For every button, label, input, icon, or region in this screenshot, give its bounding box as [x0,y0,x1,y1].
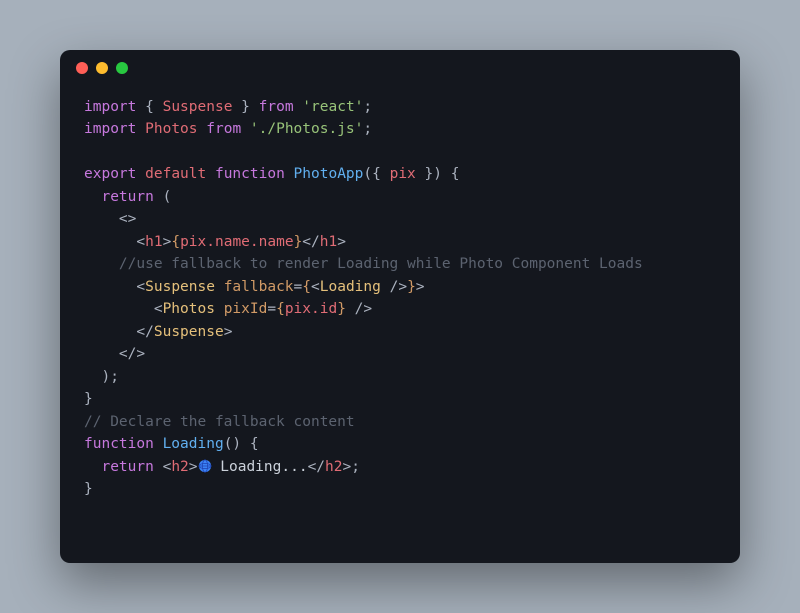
code-line-16: function Loading() { [84,436,259,452]
code-line-17: return <h2> Loading...</h2>; [84,459,360,475]
code-line-18: } [84,481,93,497]
code-line-14: } [84,391,93,407]
code-line-9: <Suspense fallback={<Loading />}> [84,279,425,295]
code-line-5: return ( [84,189,171,205]
globe-icon [198,459,212,473]
code-line-2: import Photos from './Photos.js'; [84,121,372,137]
code-line-1: import { Suspense } from 'react'; [84,99,372,115]
code-content: import { Suspense } from 'react'; import… [60,86,740,510]
code-line-15: // Declare the fallback content [84,414,355,430]
code-line-8: //use fallback to render Loading while P… [84,256,643,272]
code-line-12: </> [84,346,145,362]
code-editor-window: import { Suspense } from 'react'; import… [60,50,740,563]
code-line-7: <h1>{pix.name.name}</h1> [84,234,346,250]
close-icon[interactable] [76,62,88,74]
code-line-6: <> [84,211,136,227]
code-line-10: <Photos pixId={pix.id} /> [84,301,372,317]
code-line-4: export default function PhotoApp({ pix }… [84,166,459,182]
zoom-icon[interactable] [116,62,128,74]
code-line-13: ); [84,369,119,385]
code-line-11: </Suspense> [84,324,232,340]
minimize-icon[interactable] [96,62,108,74]
window-titlebar [60,50,740,86]
